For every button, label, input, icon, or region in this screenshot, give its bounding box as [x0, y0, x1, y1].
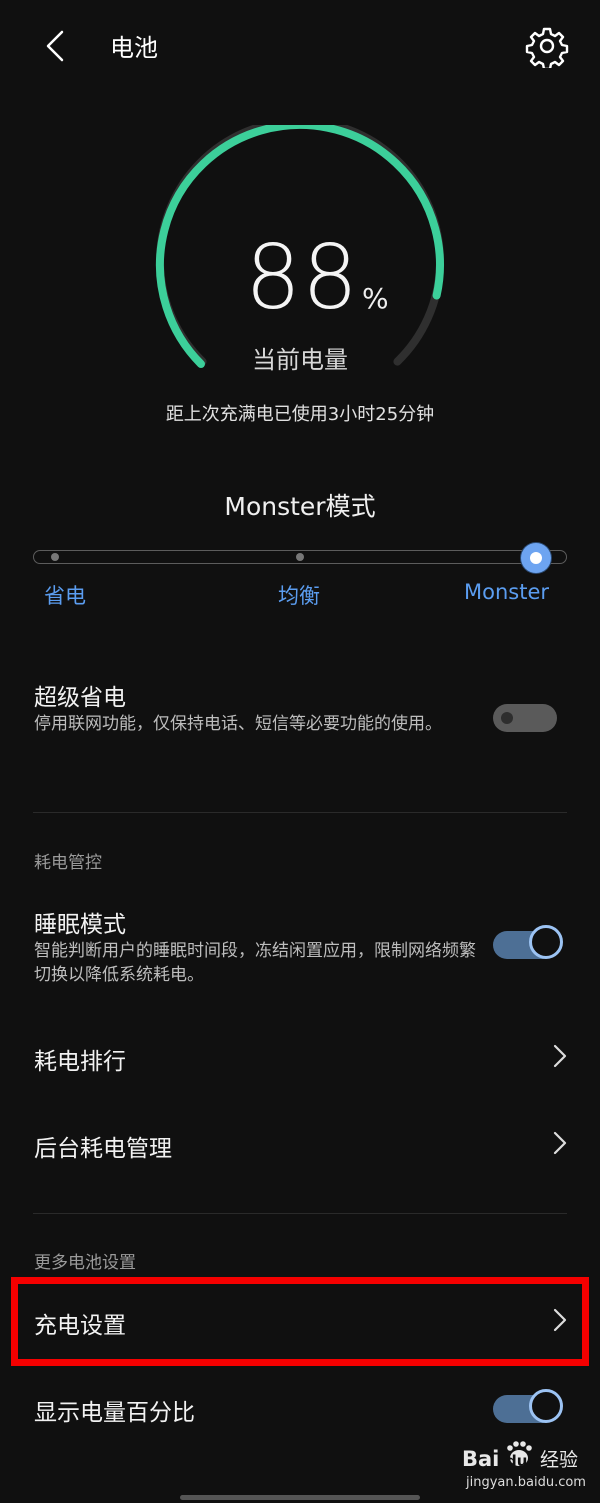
highlight-box [11, 1277, 589, 1366]
divider [33, 1213, 567, 1214]
slider-thumb[interactable] [521, 543, 551, 573]
power-ranking-item[interactable]: 耗电排行 [34, 1042, 126, 1076]
home-indicator[interactable] [180, 1495, 420, 1500]
logo-bai: Bai [462, 1447, 499, 1471]
gear-icon [525, 27, 569, 71]
mode-option-power-save[interactable]: 省电 [44, 580, 86, 610]
sleep-mode-toggle[interactable] [493, 925, 563, 959]
super-saver-title: 超级省电 [34, 685, 126, 711]
sleep-mode-desc: 智能判断用户的睡眠时间段，冻结闲置应用，限制网络频繁切换以降低系统耗电。 [34, 941, 476, 985]
background-power-item[interactable]: 后台耗电管理 [34, 1129, 172, 1163]
sleep-mode-title: 睡眠模式 [34, 912, 126, 938]
gauge-label: 当前电量 [252, 346, 348, 374]
chevron-left-icon [46, 30, 64, 62]
mode-title: Monster模式 [224, 492, 376, 521]
slider-stop-balanced[interactable] [296, 553, 304, 561]
svg-text:du: du [506, 1452, 527, 1470]
page-title: 电池 [110, 34, 158, 62]
divider [33, 812, 567, 813]
super-saver-desc: 停用联网功能，仅保持电话、短信等必要功能的使用。 [34, 714, 442, 734]
watermark-url: jingyan.baidu.com [466, 1475, 586, 1490]
super-saver-toggle[interactable] [493, 704, 557, 732]
show-percent-title: 显示电量百分比 [34, 1400, 195, 1426]
svg-text:经验: 经验 [540, 1449, 578, 1471]
toggle-knob [529, 1389, 563, 1423]
section-power-control: 耗电管控 [34, 853, 102, 873]
section-more-settings: 更多电池设置 [34, 1253, 136, 1273]
chevron-right-icon[interactable] [550, 1129, 570, 1157]
show-percent-toggle[interactable] [493, 1389, 563, 1423]
mode-option-monster[interactable]: Monster [464, 580, 549, 604]
usage-text: 距上次充满电已使用3小时25分钟 [165, 404, 435, 425]
chevron-right-icon[interactable] [550, 1042, 570, 1070]
toggle-knob [501, 712, 513, 724]
slider-stop-power-save[interactable] [51, 553, 59, 561]
percent-sign: % [362, 282, 389, 315]
mode-option-balanced[interactable]: 均衡 [278, 580, 320, 610]
back-button[interactable] [38, 26, 78, 66]
settings-button[interactable] [525, 24, 569, 71]
toggle-knob [529, 925, 563, 959]
